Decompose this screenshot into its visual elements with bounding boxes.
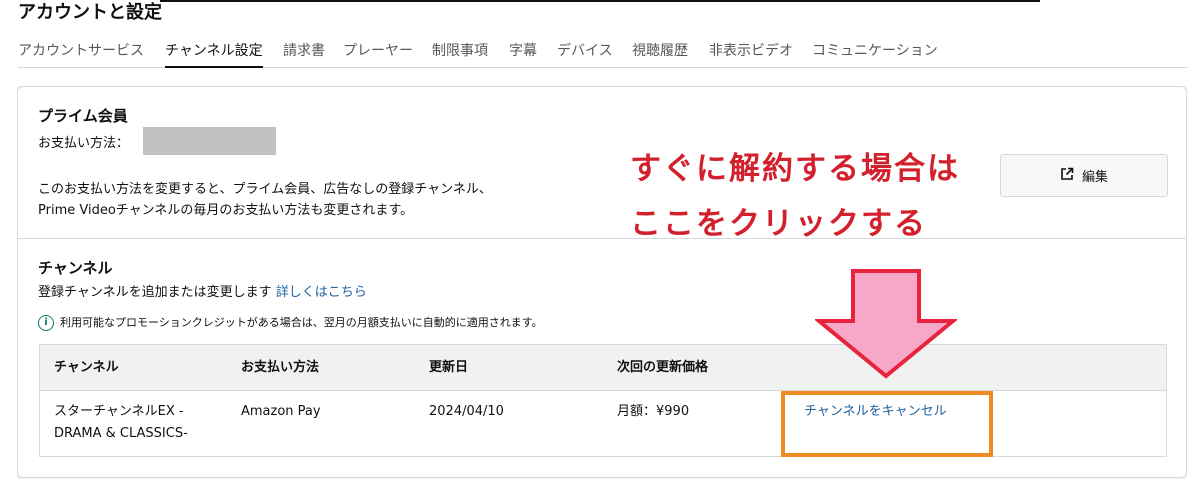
tab-account-services[interactable]: アカウントサービス [18,41,144,61]
table-header-channel: チャンネル [54,360,119,375]
row-renewal-date: 2024/04/10 [429,404,504,419]
tab-bar: アカウントサービス チャンネル設定 請求書 プレーヤー 制限事項 字幕 デバイス… [18,38,1188,68]
tab-devices[interactable]: デバイス [557,41,613,61]
table-header-payment: お支払い方法 [241,360,320,375]
info-icon: i [38,315,54,331]
tab-restrictions[interactable]: 制限事項 [432,41,488,61]
row-payment-method: Amazon Pay [241,404,321,419]
payment-method-label: お支払い方法： [38,136,130,151]
top-border-line [160,0,1040,2]
channels-section-title: チャンネル [38,259,113,277]
tab-invoices[interactable]: 請求書 [283,41,325,61]
edit-button-label: 編集 [1081,170,1108,185]
channels-table: チャンネル お支払い方法 更新日 次回の更新価格 スターチャンネルEX - DR… [39,344,1167,457]
tab-communications[interactable]: コミュニケーション [812,41,938,61]
channels-subtitle: 登録チャンネルを追加または変更します [38,285,272,300]
tab-hidden-videos[interactable]: 非表示ビデオ [709,41,793,61]
channels-subtitle-line: 登録チャンネルを追加または変更します 詳しくはこちら [38,284,367,302]
table-header-price: 次回の更新価格 [617,360,709,375]
tab-channel-settings[interactable]: チャンネル設定 [165,41,263,68]
promo-info-text: 利用可能なプロモーションクレジットがある場合は、翌月の月額支払いに自動的に適用さ… [60,316,543,329]
payment-change-description: このお支払い方法を変更すると、プライム会員、広告なしの登録チャンネル、Prime… [38,182,492,218]
tab-subtitles[interactable]: 字幕 [509,41,537,61]
row-channel-name: スターチャンネルEX - DRAMA & CLASSICS- [54,404,188,441]
settings-panel-background: プライム会員 お支払い方法： このお支払い方法を変更すると、プライム会員、広告な… [17,86,1187,479]
table-header-renewal: 更新日 [429,360,469,375]
highlight-box [781,391,993,457]
external-link-icon [1060,167,1074,185]
payment-method-redacted [143,127,276,155]
section-divider [18,238,1186,239]
edit-payment-button[interactable]: 編集 [1000,154,1168,197]
page-title: アカウントと設定 [18,2,162,23]
tab-player[interactable]: プレーヤー [343,41,413,61]
table-header-row: チャンネル お支払い方法 更新日 次回の更新価格 [40,345,1166,391]
down-arrow-annotation-icon [815,269,957,379]
row-next-price: 月額：¥990 [617,404,690,419]
tab-watch-history[interactable]: 視聴履歴 [632,41,688,61]
prime-membership-title: プライム会員 [38,107,128,125]
settings-card: プライム会員 お支払い方法： このお支払い方法を変更すると、プライム会員、広告な… [17,86,1187,478]
annotation-text-line1: すぐに解約する場合は [630,151,960,187]
promo-info-line: i 利用可能なプロモーションクレジットがある場合は、翌月の月額支払いに自動的に適… [38,314,543,332]
learn-more-link[interactable]: 詳しくはこちら [276,285,367,300]
